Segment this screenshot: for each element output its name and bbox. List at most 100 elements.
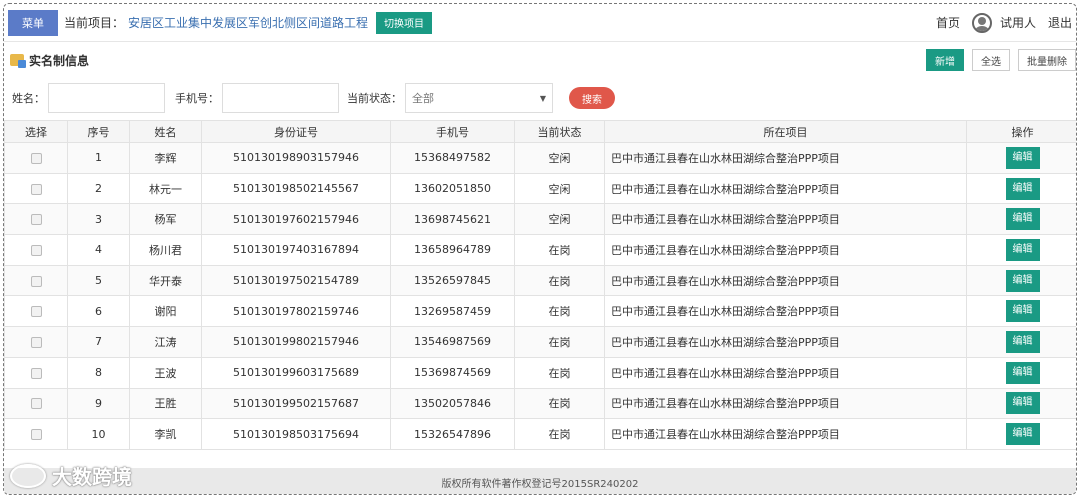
cell-action: 编辑 [966,142,1076,174]
cell-project: 巴中市通江县春在山水林田湖综合整治PPP项目 [604,326,967,358]
cell-no: 1 [67,142,130,174]
avatar-icon[interactable] [971,12,992,33]
edit-button[interactable]: 编辑 [1005,238,1040,261]
cell-id: 510130199603175689 [201,356,391,389]
table-row: 7 江涛 510130199802157946 13546987569 在岗 巴中市通江县… [4,326,1076,358]
search-bar: 姓名： 手机号： 当前状态： 全部 ▼ 搜索 [4,78,1076,118]
row-checkbox[interactable] [30,152,42,164]
cell-id: 510130197502154789 [201,264,391,297]
cell-action: 编辑 [966,326,1076,358]
col-header-select: 选择 [4,120,68,143]
cell-phone: 13269587459 [390,295,515,328]
table-header-row: 选择 序号 姓名 身份证号 手机号 当前状态 所在项目 操作 [4,120,1076,143]
status-select-value: 全部 [412,92,434,105]
cell-phone: 13546987569 [390,326,515,358]
add-button[interactable]: 新增 [926,49,964,71]
cell-project: 巴中市通江县春在山水林田湖综合整治PPP项目 [604,203,967,236]
cell-name: 江涛 [129,326,202,358]
cell-select [4,295,68,328]
batch-delete-button[interactable]: 批量删除 [1018,49,1076,71]
cell-action: 编辑 [966,418,1076,450]
user-name[interactable]: 试用人 [1000,14,1036,31]
row-checkbox[interactable] [30,275,42,287]
cell-name: 林元一 [129,172,202,205]
personnel-table: 选择 序号 姓名 身份证号 手机号 当前状态 所在项目 操作 1 李辉 510130… [4,120,1076,450]
cell-phone: 13526597845 [390,264,515,297]
cell-id: 510130197403167894 [201,234,391,266]
row-checkbox[interactable] [30,367,42,379]
cell-action: 编辑 [966,264,1076,297]
cell-no: 3 [67,203,130,236]
table-row: 5 华开泰 510130197502154789 13526597845 在岗 巴中市通江… [4,264,1076,297]
cell-no: 7 [67,326,130,358]
table-row: 6 谢阳 510130197802159746 13269587459 在岗 巴中市通江县… [4,295,1076,328]
menu-button[interactable]: 菜单 [8,9,58,36]
cell-project: 巴中市通江县春在山水林田湖综合整治PPP项目 [604,356,967,389]
edit-button[interactable]: 编辑 [1005,269,1040,292]
table-row: 3 杨军 510130197602157946 13698745621 空闲 巴中市通江县… [4,203,1076,236]
row-checkbox[interactable] [30,429,42,441]
cell-select [4,387,68,420]
cell-no: 5 [67,264,130,297]
cell-id: 510130198903157946 [201,142,391,174]
top-bar: 菜单 当前项目： 安居区工业集中发展区军创北侧区间道路工程 切换项目 首页 试用… [4,4,1076,42]
edit-button[interactable]: 编辑 [1005,330,1040,353]
cell-no: 9 [67,387,130,420]
table-row: 10 李凯 510130198503175694 15326547896 在岗 巴中市通江… [4,418,1076,450]
watermark: 大数跨境 [10,461,132,490]
cell-action: 编辑 [966,356,1076,389]
cell-name: 李辉 [129,142,202,174]
row-checkbox[interactable] [30,214,42,226]
cell-action: 编辑 [966,387,1076,420]
cell-no: 2 [67,172,130,205]
cell-status: 在岗 [514,356,605,389]
status-select[interactable]: 全部 ▼ [405,83,553,113]
cell-select [4,142,68,174]
cell-phone: 15368497582 [390,142,515,174]
cell-id: 510130197802159746 [201,295,391,328]
name-label: 姓名： [12,92,45,105]
row-checkbox[interactable] [30,183,42,195]
edit-button[interactable]: 编辑 [1005,177,1040,200]
edit-button[interactable]: 编辑 [1005,361,1040,384]
cell-status: 在岗 [514,295,605,328]
cell-status: 空闲 [514,203,605,236]
cell-status: 在岗 [514,264,605,297]
col-header-actions: 操作 [966,120,1076,143]
section-title: 实名制信息 [29,53,90,68]
id-card-icon [10,54,26,68]
row-checkbox[interactable] [30,398,42,410]
cell-phone: 13698745621 [390,203,515,236]
cell-select [4,234,68,266]
user-area: 首页 试用人 退出 [936,12,1076,33]
col-header-name: 姓名 [129,120,202,143]
phone-input[interactable] [222,83,339,113]
cell-status: 空闲 [514,142,605,174]
cell-select [4,326,68,358]
edit-button[interactable]: 编辑 [1005,146,1040,169]
name-input[interactable] [48,83,165,113]
edit-button[interactable]: 编辑 [1005,208,1040,231]
search-button[interactable]: 搜索 [569,87,615,109]
cell-project: 巴中市通江县春在山水林田湖综合整治PPP项目 [604,142,967,174]
logout-link[interactable]: 退出 [1048,14,1072,31]
cell-name: 杨川君 [129,234,202,266]
current-project-label: 当前项目： [64,16,125,30]
cell-select [4,264,68,297]
cell-phone: 15369874569 [390,356,515,389]
switch-project-button[interactable]: 切换项目 [376,11,433,34]
edit-button[interactable]: 编辑 [1005,423,1040,446]
edit-button[interactable]: 编辑 [1005,392,1040,415]
table-row: 8 王波 510130199603175689 15369874569 在岗 巴中市通江县… [4,356,1076,389]
cell-status: 空闲 [514,172,605,205]
cell-status: 在岗 [514,326,605,358]
row-checkbox[interactable] [30,306,42,318]
cell-select [4,172,68,205]
cell-select [4,203,68,236]
col-header-project: 所在项目 [604,120,967,143]
row-checkbox[interactable] [30,244,42,256]
home-link[interactable]: 首页 [936,14,960,31]
select-all-button[interactable]: 全选 [972,49,1010,71]
row-checkbox[interactable] [30,336,42,348]
edit-button[interactable]: 编辑 [1005,300,1040,323]
